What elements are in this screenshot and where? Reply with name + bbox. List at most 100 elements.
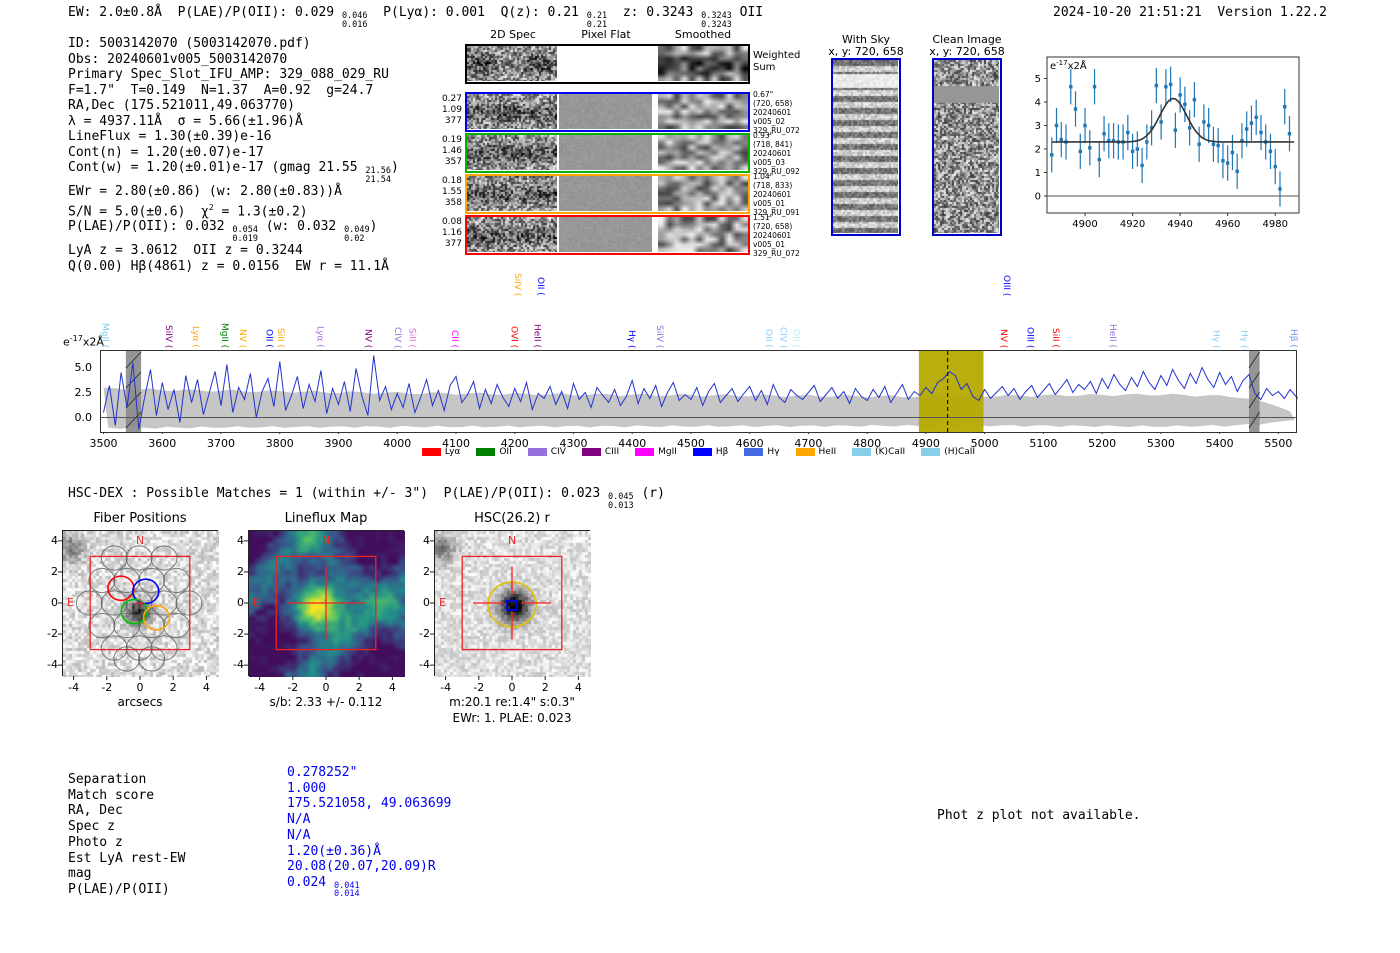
cutout-y-tick: 2 [237, 564, 244, 578]
cutout-y-tick: -4 [419, 658, 430, 672]
line-label-hβ: Hβ ( [1288, 329, 1299, 348]
fiber-pixelflat-image [559, 135, 652, 170]
main-plot-y-tick: 0.0 [74, 410, 93, 424]
cutout-y-tick: 4 [51, 533, 58, 547]
match-row-label: Match score [68, 787, 155, 803]
main-spectrum-plot [100, 350, 1298, 434]
legend-swatch [744, 448, 764, 456]
line-label-nv: NV ( [237, 328, 248, 348]
info-line: Obs: 20240601v005_5003142070 [68, 51, 288, 67]
compass-east-label: E [253, 596, 260, 609]
legend-label: OII [499, 447, 512, 457]
fiber-pixelflat-image [559, 217, 652, 252]
cutout-x-tick: 4 [574, 681, 582, 694]
line-fit-plot: 4900 4920 4940 4960 4980 0 1 2 3 4 5 e-17x2Å [1035, 56, 1300, 230]
line-label-hγ: Hγ ( [1210, 329, 1221, 348]
cutout-y-tick: -4 [47, 658, 58, 672]
weighted-spec2d-image [467, 46, 557, 81]
svg-text:3: 3 [1035, 121, 1041, 132]
clean-image-coords: x, y: 720, 658 [929, 45, 1005, 58]
fiber-spec2d-image [467, 135, 557, 170]
cutout-x-tick: -4 [440, 681, 452, 694]
line-label-siiv: SiIV ( [163, 324, 174, 348]
cutout-x-tick: -2 [287, 681, 299, 694]
svg-text:4960: 4960 [1215, 219, 1240, 230]
line-label-oii: OII ( [790, 329, 801, 348]
with-sky-coords: x, y: 720, 658 [828, 45, 904, 58]
main-plot-y-tick: 2.5 [74, 385, 93, 399]
cutout-x-tick: 2 [169, 681, 177, 694]
cutout-y-tick: -2 [419, 627, 430, 641]
cutout-y-tick: 0 [51, 596, 58, 609]
line-label-oiii: OIII ( [1000, 274, 1011, 296]
match-row-label: RA, Dec [68, 803, 123, 819]
line-label-heii: HeII ( [1107, 324, 1118, 348]
svg-text:4900: 4900 [1072, 219, 1097, 230]
fiber-spec2d-image [467, 94, 557, 129]
clean-image-panel [932, 58, 1002, 236]
cutout-title-0: Fiber Positions [93, 511, 187, 526]
match-row-label: Photo z [68, 834, 123, 850]
svg-text:5: 5 [1035, 74, 1041, 85]
info-line: LineFlux = 1.30(±0.39)e-16 [68, 129, 272, 144]
line-label-cii: CII ( [449, 330, 460, 348]
info-line: F=1.7" T=0.149 N=1.37 A=0.92 g=24.7 [68, 82, 374, 98]
legend-label: MgII [658, 447, 677, 457]
legend-item-oii: OII [476, 447, 512, 457]
compass-north-label: N [322, 534, 331, 547]
match-row-label: mag [68, 866, 92, 882]
legend-item-ly: Lyα [421, 447, 460, 457]
line-label-hγ: Hγ ( [626, 329, 637, 348]
smoothed-header: Smoothed [674, 28, 732, 41]
cutout-x-tick: 4 [388, 681, 396, 694]
legend-item-civ: CIV [527, 447, 566, 457]
match-row-value: 20.08(20.07,20.09)R [287, 859, 436, 875]
line-label-mgii: MgII ( [99, 322, 110, 348]
legend-swatch [527, 448, 547, 456]
legend-swatch [795, 448, 815, 456]
lineflux-map-image [249, 531, 405, 677]
legend-label: HeII [818, 447, 837, 457]
match-row-value: 1.000 [287, 780, 327, 796]
hsc-dex-match-line: HSC-DEX : Possible Matches = 1 (within +… [68, 486, 665, 511]
with-sky-image [833, 60, 898, 233]
fiber-smoothed-image [658, 135, 748, 170]
svg-text:1: 1 [1035, 168, 1041, 179]
cutout-x-tick: 0 [136, 681, 144, 694]
cutout-x-tick: -2 [101, 681, 113, 694]
fiber-spec2d-image [467, 176, 557, 211]
legend-item-kcaii: (K)CaII [852, 447, 905, 457]
cutout-y-tick: 2 [51, 564, 58, 578]
cutout-xlabel-0: arcsecs [117, 695, 163, 709]
legend-item-hcaii: (H)CaII [921, 447, 975, 457]
cutout-y-tick: 0 [423, 596, 430, 609]
info-line: LyA z = 3.0612 OII z = 0.3244 [68, 243, 303, 259]
legend-label: Hγ [767, 447, 780, 457]
match-row-label: Separation [68, 772, 147, 787]
line-label-nv: NV ( [997, 328, 1008, 348]
compass-east-label: E [67, 596, 74, 609]
header-summary: EW: 2.0±0.8Å P(LAE)/P(OII): 0.029 0.046 0… [68, 5, 764, 30]
spec2d-fiber-row [465, 133, 750, 173]
match-row-label: P(LAE)/P(OII) [68, 881, 170, 897]
info-line: S/N = 5.0(±0.6) χ2 = 1.3(±0.2) [68, 202, 308, 219]
svg-text:4980: 4980 [1262, 219, 1287, 230]
emission-line-labels: MgII (SiIV (Lyα (MgII (NV (OII (SiII (Ly… [99, 262, 1299, 350]
line-label-lyα: Lyα ( [190, 326, 201, 348]
line-label-heii: HeII ( [531, 324, 542, 348]
svg-text:4: 4 [1035, 98, 1041, 109]
cutout-xlabel-2: m:20.1 re:1.4" s:0.3" [449, 695, 575, 709]
cutout-title-2: HSC(26.2) r [474, 511, 550, 526]
cutout-panel-2 [434, 530, 591, 677]
spec2d-row-right-labels: 0.93" (718, 841) 20240601 v005_03 329_RU_092 [753, 131, 800, 176]
spec2d-header: 2D Spec [490, 28, 536, 41]
cutout-panel-0 [62, 530, 219, 677]
line-label-siii: SiII ( [1050, 328, 1061, 348]
cutout-x-tick: 2 [355, 681, 363, 694]
legend-swatch [421, 448, 441, 456]
cutout-y-tick: -2 [47, 627, 58, 641]
spec2d-fiber-row [465, 92, 750, 132]
info-line: Cont(n) = 1.20(±0.07)e-17 [68, 144, 264, 160]
cutout-x-tick: 4 [202, 681, 210, 694]
line-label-siii: SiII ( [406, 328, 417, 348]
